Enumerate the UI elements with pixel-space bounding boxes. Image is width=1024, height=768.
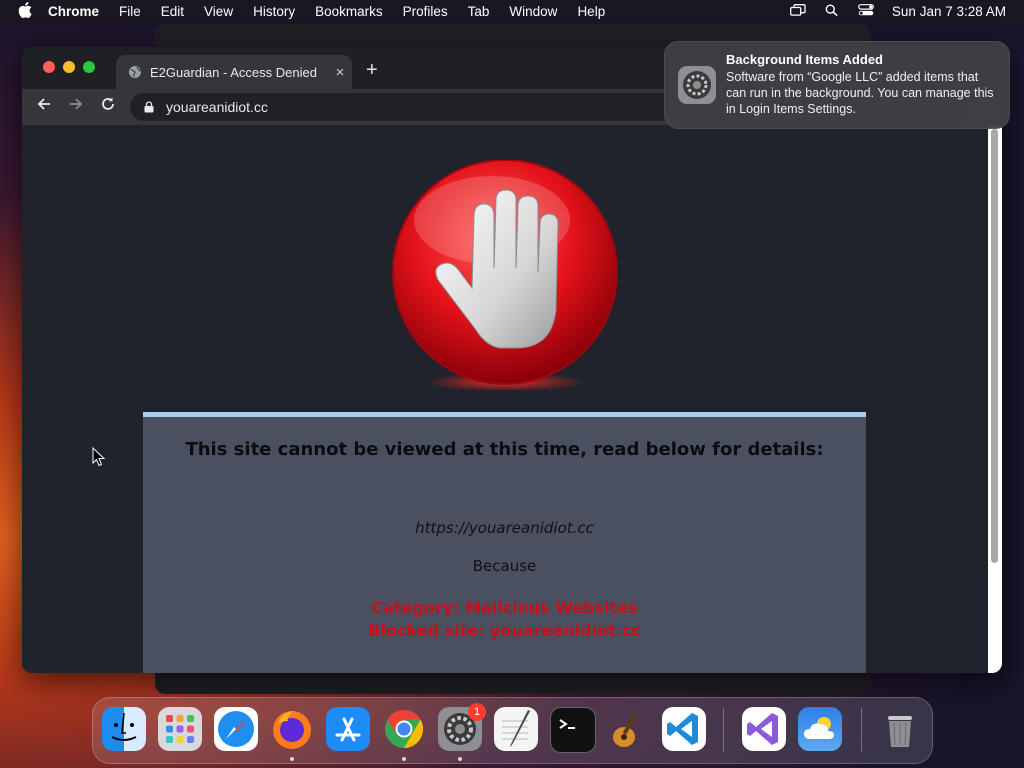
dock-garageband[interactable]	[606, 707, 650, 751]
menu-bookmarks[interactable]: Bookmarks	[315, 4, 383, 19]
tab-active[interactable]: E2Guardian - Access Denied ×	[116, 55, 352, 89]
arrow-right-icon	[70, 98, 83, 110]
apple-menu-icon[interactable]	[14, 2, 36, 21]
trash-icon	[888, 716, 912, 747]
control-center-icon[interactable]	[858, 4, 874, 19]
safari-compass-icon	[218, 711, 254, 747]
menu-clock[interactable]: Sun Jan 7 3:28 AM	[892, 4, 1006, 19]
reload-button[interactable]	[97, 96, 119, 118]
window-close-button[interactable]	[43, 61, 55, 73]
menu-view[interactable]: View	[204, 4, 233, 19]
stop-hand-icon	[392, 160, 618, 390]
dock-separator	[861, 708, 862, 752]
arrow-left-icon	[37, 98, 50, 110]
menu-tab[interactable]: Tab	[468, 4, 490, 19]
dock-terminal[interactable]	[550, 707, 596, 753]
dock-launchpad[interactable]	[158, 707, 202, 751]
menu-history[interactable]: History	[253, 4, 295, 19]
globe-icon	[129, 66, 141, 78]
window-zoom-button[interactable]	[83, 61, 95, 73]
scrollbar-thumb[interactable]	[991, 129, 998, 563]
menu-help[interactable]: Help	[577, 4, 605, 19]
dock-app-store[interactable]	[326, 707, 370, 751]
new-tab-button[interactable]: +	[366, 59, 378, 82]
menu-edit[interactable]: Edit	[161, 4, 184, 19]
browser-window: E2Guardian - Access Denied × + youareani…	[22, 47, 1002, 673]
tab-close-button[interactable]: ×	[328, 64, 352, 81]
window-minimize-button[interactable]	[63, 61, 75, 73]
blocked-site: Blocked site: youareanidiot.cc	[368, 621, 641, 640]
mouse-cursor-icon	[92, 447, 106, 467]
lock-icon[interactable]	[144, 101, 154, 113]
address-text: youareanidiot.cc	[166, 99, 268, 115]
chrome-icon	[385, 709, 424, 749]
visual-studio-icon	[747, 713, 778, 745]
guitar-icon	[613, 713, 638, 747]
background-items-notification[interactable]: Background Items Added Software from “Go…	[664, 41, 1010, 129]
dock-chrome[interactable]	[382, 707, 426, 751]
page-scrollbar[interactable]	[988, 125, 1002, 673]
running-indicator	[458, 757, 462, 761]
dock-textedit[interactable]	[494, 707, 538, 751]
tab-title: E2Guardian - Access Denied	[150, 64, 317, 80]
menu-bar: Chrome File Edit View History Bookmarks …	[0, 0, 1024, 23]
notification-body: Software from “Google LLC” added items t…	[726, 70, 994, 116]
app-store-icon	[335, 717, 361, 742]
blocked-page: This site cannot be viewed at this time,…	[22, 125, 988, 673]
because-label: Because	[472, 557, 537, 575]
system-settings-gear-icon	[678, 66, 716, 104]
back-button[interactable]	[33, 96, 55, 118]
notification-title: Background Items Added	[726, 52, 883, 67]
reload-icon	[102, 97, 114, 110]
screen-mirroring-icon[interactable]	[789, 4, 806, 19]
spotlight-search-icon[interactable]	[824, 4, 840, 19]
blocked-url: https://youareanidiot.cc	[415, 519, 594, 537]
launchpad-grid-icon	[166, 715, 194, 743]
dock-visual-studio[interactable]	[742, 707, 786, 751]
dock-trash[interactable]	[878, 707, 922, 751]
dock	[92, 697, 933, 764]
menu-window[interactable]: Window	[509, 4, 557, 19]
dock-weather[interactable]	[798, 707, 842, 751]
block-heading: This site cannot be viewed at this time,…	[185, 439, 824, 460]
block-category: Category: Malicious Websites	[371, 598, 638, 617]
running-indicator	[402, 757, 406, 761]
dock-separator	[723, 708, 724, 752]
finder-icon	[111, 712, 137, 741]
running-indicator	[290, 757, 294, 761]
terminal-icon	[559, 719, 575, 729]
weather-cloud-icon	[804, 717, 834, 739]
block-details-panel: This site cannot be viewed at this time,…	[143, 412, 866, 673]
dock-safari[interactable]	[214, 707, 258, 751]
menu-file[interactable]: File	[119, 4, 141, 19]
system-settings-badge: 1	[468, 703, 486, 721]
menu-profiles[interactable]: Profiles	[403, 4, 448, 19]
dock-firefox[interactable]	[270, 707, 314, 751]
textedit-pen-icon	[502, 710, 530, 747]
vscode-icon	[667, 713, 698, 745]
firefox-icon	[273, 711, 311, 749]
dock-vscode[interactable]	[662, 707, 706, 751]
forward-button[interactable]	[65, 96, 87, 118]
dock-finder[interactable]	[102, 707, 146, 751]
menu-bar-extras: Sun Jan 7 3:28 AM	[789, 0, 1006, 23]
menu-app-name[interactable]: Chrome	[48, 4, 99, 19]
